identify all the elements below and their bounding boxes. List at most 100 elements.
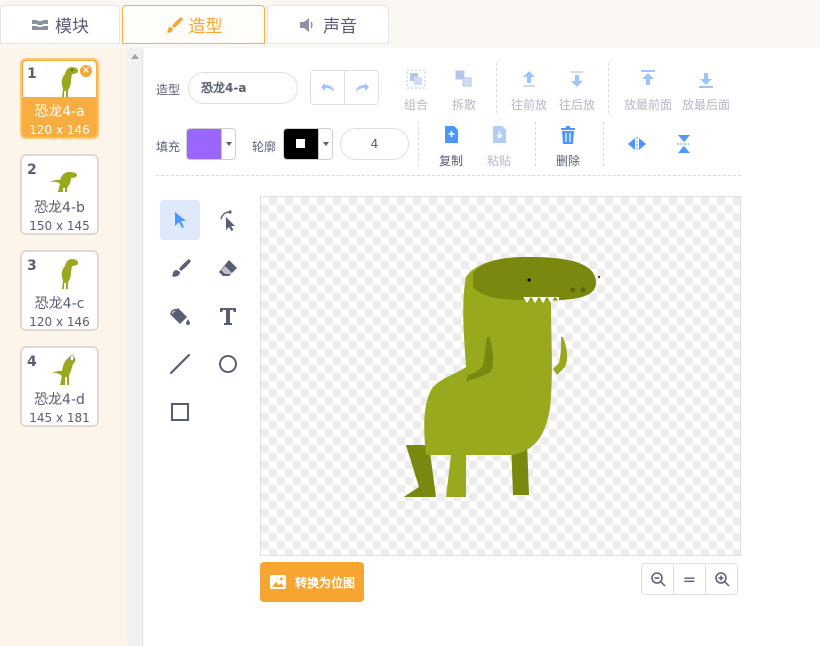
costume-number: 2 — [27, 162, 37, 178]
costume-item-3[interactable]: 3 恐龙4-c 120 x 146 — [20, 250, 99, 331]
costume-number: 1 — [27, 66, 37, 82]
costume-name: 恐龙4-c — [34, 296, 85, 312]
fill-tool[interactable] — [160, 296, 200, 336]
flip-horizontal-button[interactable] — [621, 128, 653, 160]
trash-icon — [561, 126, 575, 144]
pointer-arrow-icon — [175, 212, 186, 228]
ungroup-button[interactable]: 拆散 — [436, 67, 492, 117]
paste-button[interactable]: 粘贴 — [471, 123, 527, 173]
toolbar-divider — [603, 122, 604, 166]
convert-to-bitmap-button[interactable]: 转换为位图 — [260, 562, 364, 602]
convert-label: 转换为位图 — [294, 575, 355, 590]
costume-name: 恐龙4-d — [34, 392, 85, 408]
zoom-reset-label: = — [682, 569, 697, 589]
delete-button[interactable]: 删除 — [540, 123, 596, 173]
fill-dropdown-chevron-icon — [221, 129, 235, 159]
drawing-canvas[interactable] — [260, 196, 741, 556]
flip-horizontal-icon — [628, 137, 646, 151]
zoom-in-icon — [714, 572, 730, 587]
costume-size: 120 x 146 — [29, 123, 90, 137]
backward-button[interactable]: 往后放 — [549, 67, 605, 117]
paste-label: 粘贴 — [486, 154, 511, 168]
eraser-tool[interactable] — [208, 248, 248, 288]
reshape-tool[interactable] — [208, 200, 248, 240]
send-to-back-icon — [699, 73, 713, 88]
outline-label: 轮廓 — [252, 140, 277, 154]
costume-name: 恐龙4-a — [34, 104, 85, 120]
outline-color-picker[interactable] — [283, 128, 333, 160]
brush-tool[interactable] — [160, 248, 200, 288]
line-tool[interactable] — [160, 344, 200, 384]
outline-dropdown-chevron-icon — [318, 129, 332, 159]
costume-item-1[interactable]: 1 × 恐龙4-a 120 x 146 — [20, 58, 99, 139]
zoom-reset-button[interactable]: = — [673, 564, 705, 594]
toolbar-divider — [535, 122, 536, 166]
fill-color-picker[interactable] — [186, 128, 236, 160]
dinosaur-thumbnail-icon — [61, 259, 78, 289]
brush-icon — [171, 259, 191, 277]
fill-label: 填充 — [156, 140, 181, 154]
toolbar-divider — [608, 63, 609, 113]
delete-costume-icon[interactable]: × — [78, 63, 94, 79]
flip-vertical-button[interactable] — [668, 128, 700, 160]
tab-sounds[interactable]: 声音 — [267, 5, 389, 44]
costume-name-input[interactable]: 恐龙4-a — [188, 72, 298, 104]
line-icon — [169, 353, 191, 375]
ungroup-icon — [455, 70, 472, 87]
rectangle-tool[interactable] — [160, 392, 200, 432]
tab-costumes[interactable]: 造型 — [122, 5, 265, 44]
costume-number: 4 — [27, 354, 37, 370]
flip-vertical-icon — [677, 135, 691, 153]
fill-color-swatch — [187, 129, 221, 159]
paste-icon — [493, 126, 506, 143]
backward-label: 往后放 — [558, 98, 595, 112]
costume-item-4[interactable]: 4 恐龙4-d 145 x 181 — [20, 346, 99, 427]
paint-bucket-icon — [170, 308, 190, 325]
reshape-icon — [220, 210, 235, 231]
circle-tool[interactable] — [208, 344, 248, 384]
toolbar-bottom-divider — [156, 175, 741, 176]
tab-sounds-label: 声音 — [323, 17, 357, 37]
dinosaur-thumbnail-icon — [52, 354, 76, 385]
paintbrush-icon — [165, 16, 183, 33]
tab-costumes-label: 造型 — [188, 17, 223, 37]
dinosaur-thumbnail-icon — [50, 172, 77, 192]
redo-button[interactable] — [344, 71, 378, 104]
select-tool[interactable] — [160, 200, 200, 240]
toolbar-divider — [496, 63, 497, 113]
group-icon — [406, 69, 426, 89]
editor-tabs: 模块 造型 声音 — [0, 0, 820, 48]
zoom-in-button[interactable] — [705, 564, 737, 594]
scroll-up-arrow-icon[interactable] — [131, 54, 139, 59]
costume-name-label: 造型 — [156, 83, 181, 97]
costume-name: 恐龙4-b — [34, 200, 85, 216]
costume-size: 150 x 145 — [29, 219, 90, 233]
costume-size: 120 x 146 — [29, 315, 90, 329]
zoom-out-button[interactable] — [642, 564, 673, 594]
tab-code[interactable]: 模块 — [0, 5, 120, 44]
undo-icon — [320, 82, 334, 92]
costume-size: 145 x 181 — [29, 411, 90, 425]
text-t-icon — [220, 308, 236, 325]
undo-button[interactable] — [311, 71, 344, 104]
eraser-icon — [219, 260, 237, 276]
costume-item-2[interactable]: 2 恐龙4-b 150 x 145 — [20, 154, 99, 235]
arrow-down-icon — [571, 71, 583, 87]
image-icon — [269, 575, 286, 589]
toolbar-divider — [418, 122, 419, 166]
tab-code-label: 模块 — [55, 17, 89, 37]
send-to-back-button[interactable]: 放最后面 — [676, 67, 736, 117]
ungroup-label: 拆散 — [451, 98, 476, 112]
undo-redo-group — [310, 70, 379, 105]
dinosaur-costume-drawing — [403, 257, 600, 497]
bring-to-front-button[interactable]: 放最前面 — [618, 67, 678, 117]
front-label: 放最前面 — [623, 98, 672, 112]
text-tool[interactable] — [208, 296, 248, 336]
back-label: 放最后面 — [681, 98, 730, 112]
zoom-controls: = — [641, 563, 738, 595]
outline-width-input[interactable]: 4 — [340, 128, 409, 160]
speaker-icon — [300, 17, 313, 32]
costume-list-scrollbar[interactable] — [127, 48, 143, 646]
zoom-out-icon — [650, 572, 666, 587]
code-blocks-icon — [32, 19, 48, 30]
